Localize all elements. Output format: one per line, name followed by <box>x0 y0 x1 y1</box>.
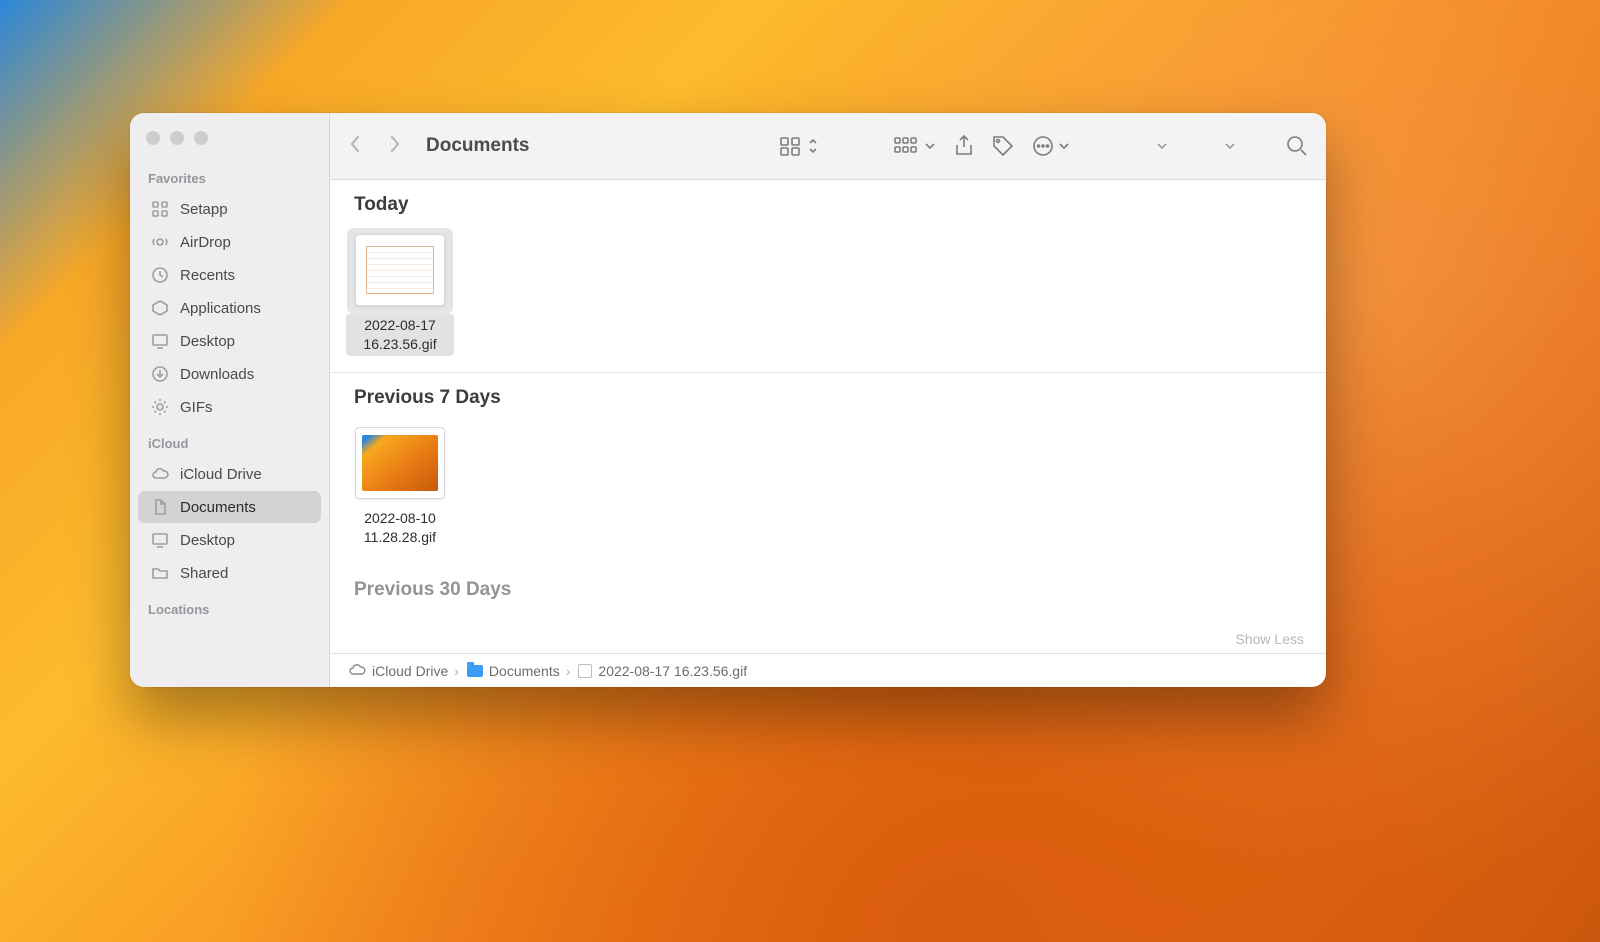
minimize-window-button[interactable] <box>170 131 184 145</box>
dropdown-button-1[interactable] <box>1156 140 1168 152</box>
window-controls <box>130 121 329 159</box>
sidebar-item-shared[interactable]: Shared <box>138 557 321 589</box>
sidebar-item-downloads[interactable]: Downloads <box>138 358 321 390</box>
chevron-right-icon: › <box>566 663 571 679</box>
sidebar-section-icloud: iCloud <box>130 424 329 457</box>
group-prev7: 2022-08-10 11.28.28.gif <box>330 417 1326 565</box>
zoom-window-button[interactable] <box>194 131 208 145</box>
group-header-prev30: Previous 30 Days <box>330 565 1326 609</box>
shared-folder-icon <box>150 563 170 583</box>
sidebar-section-favorites: Favorites <box>130 159 329 192</box>
sidebar-item-desktop-icloud[interactable]: Desktop <box>138 524 321 556</box>
desktop-icon <box>150 530 170 550</box>
downloads-icon <box>150 364 170 384</box>
search-button[interactable] <box>1286 135 1308 157</box>
file-icon <box>578 664 592 678</box>
group-by-button[interactable] <box>894 136 936 156</box>
sidebar-item-label: Setapp <box>180 201 228 218</box>
path-bar: iCloud Drive › Documents › 2022-08-17 16… <box>330 653 1326 687</box>
toolbar: Documents <box>330 113 1326 180</box>
group-header-prev7: Previous 7 Days <box>330 373 1326 417</box>
sidebar-item-label: Shared <box>180 565 228 582</box>
forward-button[interactable] <box>388 134 402 159</box>
content-area[interactable]: Today 2022-08-17 16.23.56.gif Previous 7… <box>330 180 1326 653</box>
sidebar-item-label: AirDrop <box>180 234 231 251</box>
back-button[interactable] <box>348 134 362 159</box>
path-crumb-documents[interactable]: Documents › <box>467 663 570 679</box>
desktop-icon <box>150 331 170 351</box>
path-crumb-icloud[interactable]: iCloud Drive › <box>348 662 459 679</box>
doc-icon <box>150 497 170 517</box>
file-item[interactable]: 2022-08-10 11.28.28.gif <box>346 421 454 549</box>
file-item[interactable]: 2022-08-17 16.23.56.gif <box>346 228 454 356</box>
sidebar-item-recents[interactable]: Recents <box>138 259 321 291</box>
finder-window: Favorites Setapp AirDrop Recents Applica… <box>130 113 1326 687</box>
apps-icon <box>150 298 170 318</box>
sidebar-item-setapp[interactable]: Setapp <box>138 193 321 225</box>
sidebar-item-label: Downloads <box>180 366 254 383</box>
sidebar: Favorites Setapp AirDrop Recents Applica… <box>130 113 330 687</box>
file-thumbnail <box>355 427 445 499</box>
view-options-button[interactable] <box>780 136 818 156</box>
path-crumb-label: iCloud Drive <box>372 663 448 679</box>
cloud-icon <box>348 662 366 679</box>
cloud-icon <box>150 464 170 484</box>
sidebar-item-label: Applications <box>180 300 261 317</box>
share-button[interactable] <box>954 135 974 157</box>
sidebar-item-icloud-drive[interactable]: iCloud Drive <box>138 458 321 490</box>
sidebar-item-label: Recents <box>180 267 235 284</box>
window-title: Documents <box>426 135 529 157</box>
group-today: 2022-08-17 16.23.56.gif <box>330 224 1326 373</box>
chevron-right-icon: › <box>454 663 459 679</box>
close-window-button[interactable] <box>146 131 160 145</box>
path-crumb-label: Documents <box>489 663 560 679</box>
tags-button[interactable] <box>992 135 1014 157</box>
sidebar-item-desktop[interactable]: Desktop <box>138 325 321 357</box>
dropdown-button-2[interactable] <box>1224 140 1236 152</box>
path-crumb-file[interactable]: 2022-08-17 16.23.56.gif <box>578 663 747 679</box>
sidebar-item-documents[interactable]: Documents <box>138 491 321 523</box>
clock-icon <box>150 265 170 285</box>
sidebar-item-applications[interactable]: Applications <box>138 292 321 324</box>
file-name: 2022-08-10 11.28.28.gif <box>346 507 454 549</box>
setapp-icon <box>150 199 170 219</box>
sidebar-item-label: Desktop <box>180 333 235 350</box>
sidebar-item-airdrop[interactable]: AirDrop <box>138 226 321 258</box>
show-less-button[interactable]: Show Less <box>1236 631 1304 647</box>
main-area: Documents Today 2022-08-17 16.2 <box>330 113 1326 687</box>
airdrop-icon <box>150 232 170 252</box>
group-header-today: Today <box>330 180 1326 224</box>
sidebar-item-label: iCloud Drive <box>180 466 262 483</box>
folder-icon <box>467 665 483 677</box>
file-name: 2022-08-17 16.23.56.gif <box>346 314 454 356</box>
sidebar-item-gifs[interactable]: GIFs <box>138 391 321 423</box>
file-thumbnail <box>355 234 445 306</box>
path-crumb-label: 2022-08-17 16.23.56.gif <box>598 663 747 679</box>
sidebar-section-locations: Locations <box>130 590 329 623</box>
sidebar-item-label: GIFs <box>180 399 213 416</box>
gear-icon <box>150 397 170 417</box>
sidebar-item-label: Desktop <box>180 532 235 549</box>
action-menu-button[interactable] <box>1032 135 1070 157</box>
sidebar-item-label: Documents <box>180 499 256 516</box>
